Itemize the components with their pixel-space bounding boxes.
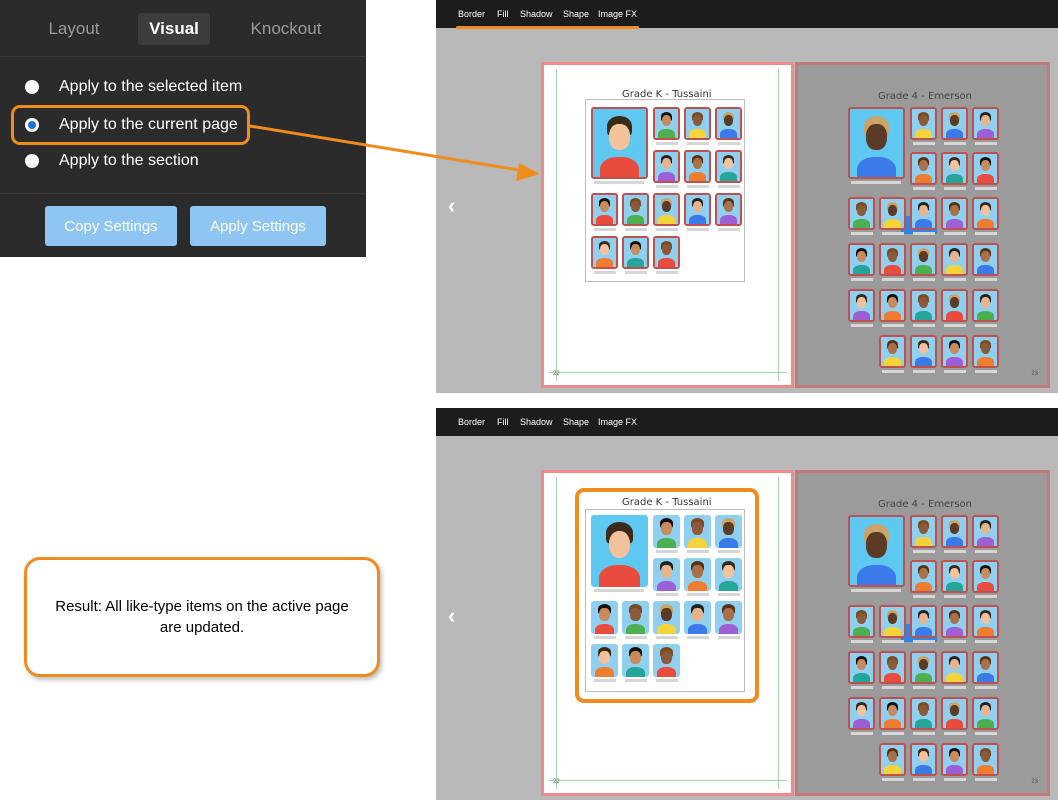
tutorial-screenshot: Layout Visual Knockout Apply to the sele… [0,0,1058,800]
arrow-icon [249,124,540,181]
